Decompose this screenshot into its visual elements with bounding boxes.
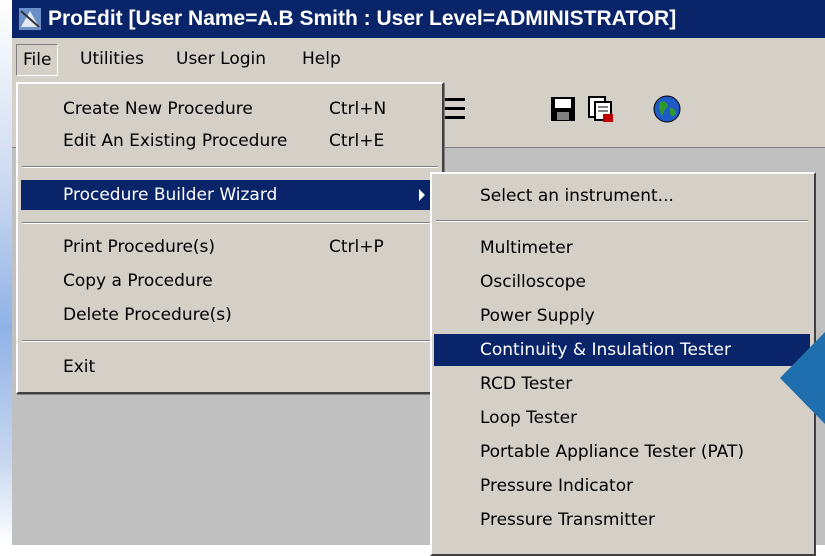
submenu-separator xyxy=(436,220,808,222)
menu-item-label: Procedure Builder Wizard xyxy=(63,185,278,205)
file-menu-dropdown: Create New Procedure Ctrl+N Edit An Exis… xyxy=(16,82,444,394)
submenu-item-continuity-insulation-tester[interactable]: Continuity & Insulation Tester xyxy=(434,334,810,366)
title-bar: ProEdit [User Name=A.B Smith : User Leve… xyxy=(12,0,825,38)
menu-file-label: File xyxy=(23,50,52,70)
menu-separator xyxy=(22,222,438,224)
app-window: ProEdit [User Name=A.B Smith : User Leve… xyxy=(12,0,825,556)
submenu-item-label: Power Supply xyxy=(480,306,595,326)
submenu-item-label: RCD Tester xyxy=(480,374,573,394)
menu-utilities[interactable]: Utilities xyxy=(74,44,150,74)
menu-item-label: Create New Procedure xyxy=(63,99,253,119)
submenu-header-label: Select an instrument... xyxy=(480,186,674,206)
menu-item-procedure-builder-wizard[interactable]: Procedure Builder Wizard xyxy=(21,180,439,210)
save-button[interactable] xyxy=(544,92,582,130)
left-decorative-strip xyxy=(0,0,12,545)
menu-item-shortcut: Ctrl+P xyxy=(329,237,384,257)
menu-item-create-new-procedure[interactable]: Create New Procedure Ctrl+N xyxy=(21,94,439,124)
menu-utilities-label: Utilities xyxy=(80,49,144,69)
submenu-item-pressure-indicator[interactable]: Pressure Indicator xyxy=(434,470,810,502)
submenu-item-label: Multimeter xyxy=(480,238,573,258)
print-button[interactable] xyxy=(582,92,620,130)
menu-item-copy-procedure[interactable]: Copy a Procedure xyxy=(21,266,439,296)
menu-item-label: Delete Procedure(s) xyxy=(63,305,232,325)
list-icon xyxy=(443,94,467,129)
submenu-item-rcd-tester[interactable]: RCD Tester xyxy=(434,368,810,400)
submenu-item-label: Oscilloscope xyxy=(480,272,587,292)
menu-item-exit[interactable]: Exit xyxy=(21,352,439,382)
menu-bar: File Utilities User Login Help xyxy=(12,38,825,82)
submenu-item-portable-appliance-tester[interactable]: Portable Appliance Tester (PAT) xyxy=(434,436,810,468)
globe-icon xyxy=(652,94,682,129)
menu-help[interactable]: Help xyxy=(296,44,347,74)
menu-file[interactable]: File xyxy=(16,44,59,76)
menu-item-label: Print Procedure(s) xyxy=(63,237,216,257)
submenu-item-pressure-transmitter[interactable]: Pressure Transmitter xyxy=(434,504,810,536)
submenu-item-oscilloscope[interactable]: Oscilloscope xyxy=(434,266,810,298)
submenu-item-label: Continuity & Insulation Tester xyxy=(480,340,731,360)
menu-item-edit-existing-procedure[interactable]: Edit An Existing Procedure Ctrl+E xyxy=(21,126,439,156)
menu-help-label: Help xyxy=(302,49,341,69)
menu-item-print-procedures[interactable]: Print Procedure(s) Ctrl+P xyxy=(21,232,439,262)
submenu-item-multimeter[interactable]: Multimeter xyxy=(434,232,810,264)
submenu-item-label: Portable Appliance Tester (PAT) xyxy=(480,442,745,462)
menu-item-label: Edit An Existing Procedure xyxy=(63,131,288,151)
menu-item-shortcut: Ctrl+E xyxy=(329,131,385,151)
submenu-item-label: Pressure Indicator xyxy=(480,476,634,496)
wizard-submenu: Select an instrument... Multimeter Oscil… xyxy=(430,172,816,556)
menu-separator xyxy=(22,340,438,342)
submenu-item-label: Pressure Transmitter xyxy=(480,510,655,530)
print-icon xyxy=(586,94,616,129)
submenu-arrow-icon xyxy=(417,180,427,220)
submenu-header-select-instrument: Select an instrument... xyxy=(434,180,810,212)
app-icon xyxy=(18,7,42,31)
window-title: ProEdit [User Name=A.B Smith : User Leve… xyxy=(48,7,677,30)
menu-item-shortcut: Ctrl+N xyxy=(329,99,387,119)
submenu-item-label: Loop Tester xyxy=(480,408,578,428)
menu-user-login[interactable]: User Login xyxy=(170,44,272,74)
menu-separator xyxy=(22,166,438,168)
menu-item-delete-procedures[interactable]: Delete Procedure(s) xyxy=(21,300,439,330)
menu-user-login-label: User Login xyxy=(176,49,267,69)
save-icon xyxy=(549,95,577,128)
submenu-item-loop-tester[interactable]: Loop Tester xyxy=(434,402,810,434)
submenu-item-power-supply[interactable]: Power Supply xyxy=(434,300,810,332)
menu-item-label: Copy a Procedure xyxy=(63,271,213,291)
globe-button[interactable] xyxy=(648,92,686,130)
menu-item-label: Exit xyxy=(63,357,96,377)
